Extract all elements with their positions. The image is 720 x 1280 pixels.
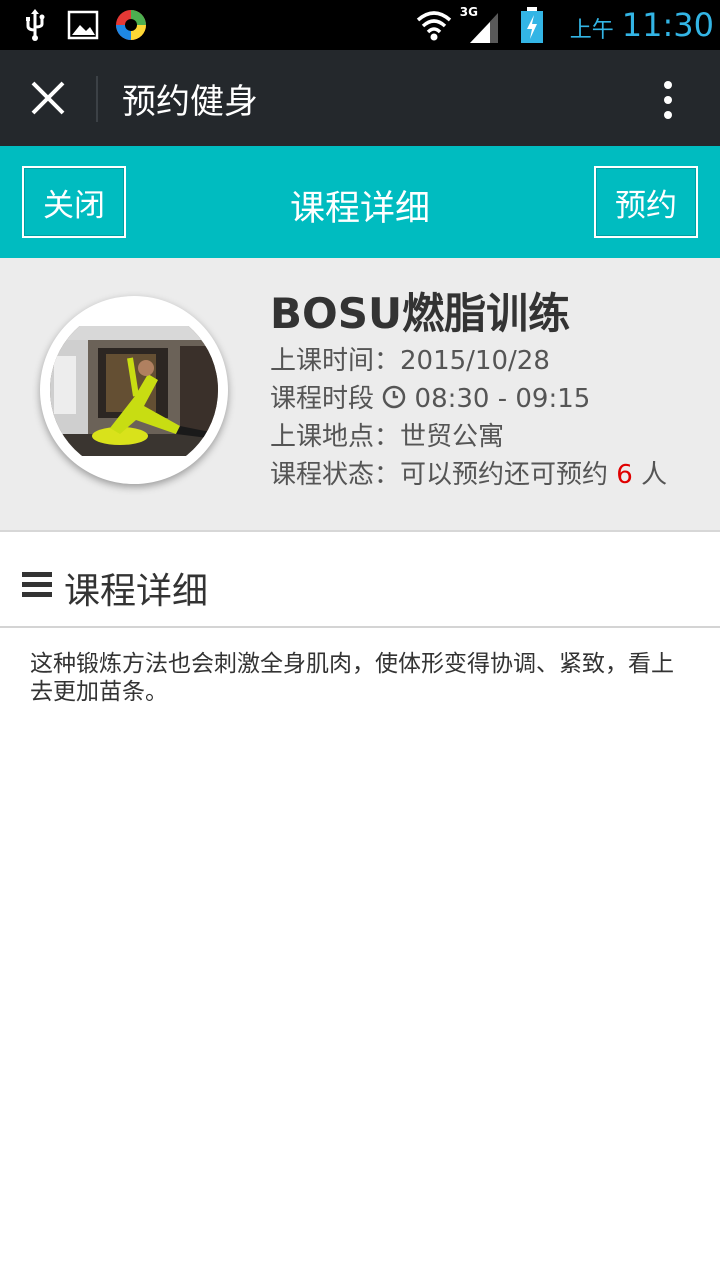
close-icon[interactable] bbox=[28, 78, 68, 118]
book-button[interactable]: 预约 bbox=[594, 166, 698, 238]
clock-icon bbox=[383, 385, 406, 409]
image-icon bbox=[67, 10, 99, 40]
wifi-icon bbox=[416, 11, 451, 41]
remaining-unit: 人 bbox=[641, 460, 668, 490]
app-title: 预约健身 bbox=[122, 82, 258, 122]
app-icon bbox=[116, 10, 146, 40]
course-period: 课程时段 08:30 - 09:15 bbox=[270, 378, 590, 415]
course-summary: BOSU燃脂训练 上课时间：2015/10/28 课程时段 08:30 - 09… bbox=[0, 258, 720, 532]
course-date-value: 2015/10/28 bbox=[400, 346, 550, 376]
course-description: 这种锻炼方法也会刺激全身肌肉，使体形变得协调、紧致，看上去更加苗条。 bbox=[30, 651, 674, 705]
battery-charging-icon bbox=[520, 7, 543, 43]
course-name: BOSU燃脂训练 bbox=[270, 289, 571, 338]
course-location-value: 世贸公寓 bbox=[400, 422, 505, 452]
status-bar: 3G 上午 11:30 bbox=[0, 0, 720, 50]
course-date: 上课时间：2015/10/28 bbox=[270, 340, 550, 377]
course-status-label: 课程状态： bbox=[270, 460, 401, 490]
remaining-count: 6 bbox=[616, 460, 633, 490]
detail-section-title: 课程详细 bbox=[64, 571, 209, 612]
usb-icon bbox=[26, 9, 45, 41]
status-bar-system: 3G 上午 11:30 bbox=[414, 0, 714, 50]
list-icon bbox=[22, 572, 52, 597]
status-bar-notifications bbox=[18, 6, 162, 44]
course-status-value: 可以预约还可预约 bbox=[400, 460, 609, 490]
more-vert-icon[interactable] bbox=[662, 80, 674, 120]
course-period-value: 08:30 - 09:15 bbox=[414, 384, 591, 414]
course-image bbox=[40, 296, 228, 484]
signal-icon: 3G bbox=[460, 5, 500, 45]
course-period-label: 课程时段 bbox=[270, 384, 375, 414]
time-period: 上午 bbox=[569, 18, 614, 43]
app-bar: 预约健身 bbox=[0, 50, 720, 146]
course-status: 课程状态：可以预约还可预约 6 人 bbox=[270, 454, 667, 491]
course-location-label: 上课地点： bbox=[270, 422, 401, 452]
page-header: 关闭 课程详细 预约 bbox=[0, 146, 720, 258]
app-bar-divider bbox=[96, 76, 98, 122]
course-date-label: 上课时间： bbox=[270, 346, 401, 376]
detail-section-header: 课程详细 bbox=[0, 532, 720, 628]
clock-time: 11:30 bbox=[621, 6, 714, 44]
course-location: 上课地点：世贸公寓 bbox=[270, 416, 504, 453]
